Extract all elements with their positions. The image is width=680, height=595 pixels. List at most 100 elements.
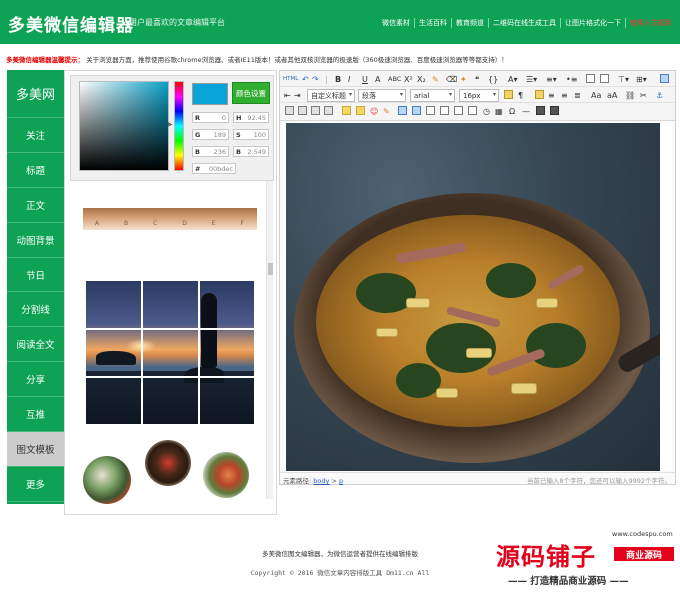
insert-image-icon[interactable]: [342, 106, 351, 115]
hue-slider[interactable]: [174, 81, 184, 171]
sidebar-item-cross-promo[interactable]: 互推: [7, 397, 64, 433]
scrollbar-thumb[interactable]: [268, 263, 273, 275]
underline-icon[interactable]: U: [362, 73, 368, 85]
sidebar-item-image-template[interactable]: 图文模板: [7, 432, 64, 467]
sidebar-item-share[interactable]: 分享: [7, 362, 64, 398]
blue-field[interactable]: B 236: [192, 146, 229, 157]
map-icon[interactable]: [426, 106, 435, 115]
nav-link-benefits[interactable]: 使用人员福利: [626, 18, 676, 28]
ordered-list-icon[interactable]: ≡▾: [546, 73, 557, 85]
eraser-icon[interactable]: ⌫: [446, 73, 457, 85]
food-photo[interactable]: [286, 123, 660, 471]
direction-ltr-icon[interactable]: [504, 90, 513, 99]
element-path-p-link[interactable]: p: [339, 477, 343, 485]
sidebar-item-body[interactable]: 正文: [7, 188, 64, 223]
insert-code-icon[interactable]: [454, 106, 463, 115]
insert-frame-icon[interactable]: [440, 106, 449, 115]
sidebar-item-divider[interactable]: 分割线: [7, 292, 64, 328]
search-replace-icon[interactable]: [536, 106, 545, 115]
date-icon[interactable]: ▦: [495, 105, 503, 117]
template-banner[interactable]: A B C D E F: [83, 208, 257, 230]
code-icon[interactable]: {}: [488, 73, 498, 85]
auto-format-icon[interactable]: ✦: [460, 73, 467, 85]
font-family-select[interactable]: arial ▾: [410, 89, 455, 102]
align-left-icon[interactable]: [535, 90, 544, 99]
hex-field[interactable]: # 00bdec: [192, 163, 236, 174]
nav-link-image-format[interactable]: 让图片格式化一下: [561, 18, 626, 28]
time-icon[interactable]: ◷: [483, 105, 490, 117]
link-icon[interactable]: ⛓: [625, 89, 635, 101]
nav-link-qrcode[interactable]: 二维码在线生成工具: [489, 18, 561, 28]
font-size-select[interactable]: 16px ▾: [459, 89, 499, 102]
sidebar-item-more[interactable]: 更多: [7, 467, 64, 502]
anchor-icon[interactable]: ⚓: [656, 89, 663, 101]
font-color-icon[interactable]: A▾: [508, 73, 518, 85]
paragraph-style-icon[interactable]: ⊤▾: [618, 73, 629, 85]
align-center-icon[interactable]: ≡: [548, 89, 555, 101]
heading-select[interactable]: 自定义标题 ▾: [307, 89, 355, 102]
insert-table-icon[interactable]: [550, 106, 559, 115]
special-char-icon[interactable]: Ω: [509, 105, 515, 117]
italic-icon[interactable]: I: [348, 73, 350, 85]
sidebar-item-festival[interactable]: 节日: [7, 258, 64, 293]
align-right-icon[interactable]: ≡: [561, 89, 568, 101]
tolowercase-icon[interactable]: aA: [607, 89, 617, 101]
unordered-list-icon[interactable]: •≡: [566, 73, 577, 85]
touppercase-icon[interactable]: Aa: [591, 89, 601, 101]
redo-icon[interactable]: ↷: [312, 73, 319, 85]
unlink-icon[interactable]: ✂: [640, 89, 647, 101]
blockquote-icon[interactable]: ❝: [475, 73, 479, 85]
hue-field[interactable]: H 92.45: [233, 112, 269, 123]
saturation-value-area[interactable]: [79, 81, 169, 171]
editor-content-area[interactable]: [283, 123, 672, 471]
bold-icon[interactable]: B: [335, 73, 341, 85]
page-break-icon[interactable]: [468, 106, 477, 115]
sidebar-item-animated-bg[interactable]: 动图背景: [7, 223, 64, 258]
table-style-icon[interactable]: ⊞▾: [636, 73, 647, 85]
insert-video-icon[interactable]: [398, 106, 407, 115]
image-float-right-icon[interactable]: [311, 106, 320, 115]
superscript-icon[interactable]: X²: [404, 73, 413, 85]
green-field[interactable]: G 189: [192, 129, 229, 140]
direction-rtl-icon[interactable]: ¶: [518, 89, 523, 101]
undo-icon[interactable]: ↶: [302, 73, 309, 85]
template-circle-image[interactable]: [203, 452, 249, 498]
attachment-icon[interactable]: [412, 106, 421, 115]
format-brush-icon[interactable]: ✎: [432, 73, 439, 85]
image-float-left-icon[interactable]: [298, 106, 307, 115]
outdent-icon[interactable]: ⇥: [294, 89, 301, 101]
nav-link-life[interactable]: 生活百科: [415, 18, 452, 28]
image-center-icon[interactable]: [324, 106, 333, 115]
element-path-body-link[interactable]: body: [313, 477, 329, 485]
site-logo[interactable]: 多美微信编辑器: [8, 11, 134, 36]
saturation-field[interactable]: S 100: [233, 129, 269, 140]
html-source-button[interactable]: HTML: [283, 73, 298, 85]
indent-icon[interactable]: ⇤: [284, 89, 291, 101]
horizontal-rule-icon[interactable]: —: [522, 105, 530, 117]
subscript-icon[interactable]: X₂: [417, 73, 426, 85]
scrawl-icon[interactable]: ✎: [383, 105, 390, 117]
template-circle-image[interactable]: [83, 456, 131, 504]
clear-doc-icon[interactable]: [600, 74, 609, 83]
template-scrollbar[interactable]: [266, 181, 273, 499]
align-justify-icon[interactable]: ≣: [574, 89, 581, 101]
sidebar-item-read-more[interactable]: 阅读全文: [7, 327, 64, 363]
red-field[interactable]: R 0: [192, 112, 229, 123]
select-all-icon[interactable]: [586, 74, 595, 83]
nav-link-materials[interactable]: 微信素材: [378, 18, 415, 28]
brightness-field[interactable]: B 2.549: [233, 146, 269, 157]
sidebar-item-title[interactable]: 标题: [7, 153, 64, 188]
template-circle-image[interactable]: [145, 440, 191, 486]
set-color-button[interactable]: 颜色设置: [232, 82, 270, 104]
line-height-icon[interactable]: ☰▾: [526, 73, 537, 85]
text-border-icon[interactable]: A: [375, 73, 380, 85]
fullscreen-icon[interactable]: [660, 74, 669, 83]
template-nine-grid-image[interactable]: [86, 281, 254, 424]
paragraph-select[interactable]: 段落 ▾: [358, 89, 406, 102]
nav-link-education[interactable]: 教育频道: [452, 18, 489, 28]
sidebar-item-follow[interactable]: 关注: [7, 118, 64, 153]
multi-image-icon[interactable]: [356, 106, 365, 115]
strikethrough-icon[interactable]: ABC: [388, 73, 401, 85]
image-float-none-icon[interactable]: [285, 106, 294, 115]
emotion-icon[interactable]: ☺: [370, 105, 378, 117]
